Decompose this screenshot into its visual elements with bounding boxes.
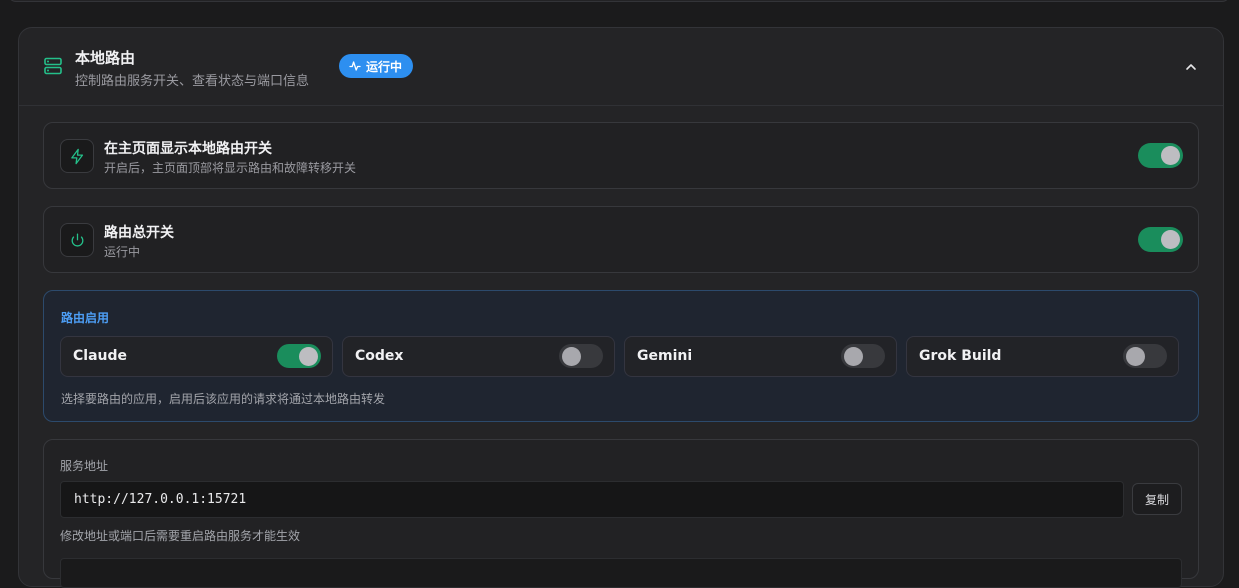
master-switch-toggle[interactable] bbox=[1138, 227, 1183, 252]
app-tile-claude[interactable]: Claude bbox=[60, 336, 333, 377]
card-icon-container bbox=[60, 139, 94, 173]
toggle-knob bbox=[562, 346, 581, 366]
local-routing-section: 本地路由 控制路由服务开关、查看状态与端口信息 运行中 在主页面显示本地路由开关… bbox=[18, 27, 1224, 588]
app-name: Gemini bbox=[637, 348, 693, 364]
section-title: 本地路由 bbox=[75, 49, 136, 67]
show-on-main-toggle[interactable] bbox=[1138, 143, 1183, 168]
toggle-knob bbox=[299, 346, 318, 366]
master-switch-title: 路由总开关 bbox=[104, 225, 174, 241]
claude-toggle[interactable] bbox=[277, 344, 321, 368]
app-name: Codex bbox=[355, 348, 404, 364]
status-badge-label: 运行中 bbox=[366, 59, 403, 74]
grok-build-toggle[interactable] bbox=[1123, 344, 1167, 368]
gemini-toggle[interactable] bbox=[841, 344, 885, 368]
app-name: Claude bbox=[73, 348, 128, 364]
toggle-knob bbox=[1126, 346, 1145, 366]
status-badge: 运行中 bbox=[339, 54, 414, 78]
show-on-main-title: 在主页面显示本地路由开关 bbox=[104, 141, 272, 157]
chevron-up-icon[interactable] bbox=[1182, 58, 1200, 76]
routing-enable-card: 路由启用 Claude Codex Gemini Grok Build 选择要路… bbox=[43, 290, 1199, 422]
copy-button[interactable]: 复制 bbox=[1132, 483, 1182, 515]
show-on-main-subtitle: 开启后，主页面顶部将显示路由和故障转移开关 bbox=[104, 161, 357, 175]
toggle-knob bbox=[1161, 146, 1180, 165]
previous-section-card bbox=[8, 0, 1230, 2]
activity-icon bbox=[349, 61, 361, 71]
power-icon bbox=[71, 232, 83, 247]
lightning-icon bbox=[70, 148, 83, 164]
app-name: Grok Build bbox=[919, 348, 1002, 364]
routing-hint: 选择要路由的应用，启用后该应用的请求将通过本地路由转发 bbox=[61, 392, 386, 406]
server-icon bbox=[44, 57, 62, 75]
next-field[interactable] bbox=[60, 558, 1182, 588]
toggle-knob bbox=[844, 346, 863, 366]
toggle-knob bbox=[1161, 230, 1180, 249]
service-address-input[interactable] bbox=[60, 481, 1124, 518]
master-switch-subtitle: 运行中 bbox=[104, 245, 141, 259]
codex-toggle[interactable] bbox=[559, 344, 603, 368]
section-header[interactable]: 本地路由 控制路由服务开关、查看状态与端口信息 运行中 bbox=[19, 28, 1223, 106]
service-address-hint: 修改地址或端口后需要重启路由服务才能生效 bbox=[60, 529, 301, 543]
app-tile-codex[interactable]: Codex bbox=[342, 336, 615, 377]
card-icon-container bbox=[60, 223, 94, 257]
service-address-card: 服务地址 复制 修改地址或端口后需要重启路由服务才能生效 bbox=[43, 439, 1199, 588]
show-on-main-card: 在主页面显示本地路由开关 开启后，主页面顶部将显示路由和故障转移开关 bbox=[43, 122, 1199, 189]
master-switch-card: 路由总开关 运行中 bbox=[43, 206, 1199, 273]
app-tile-grok-build[interactable]: Grok Build bbox=[906, 336, 1179, 377]
section-subtitle: 控制路由服务开关、查看状态与端口信息 bbox=[75, 74, 310, 89]
routing-enable-label: 路由启用 bbox=[61, 311, 110, 325]
app-tile-gemini[interactable]: Gemini bbox=[624, 336, 897, 377]
service-address-label: 服务地址 bbox=[60, 459, 109, 473]
